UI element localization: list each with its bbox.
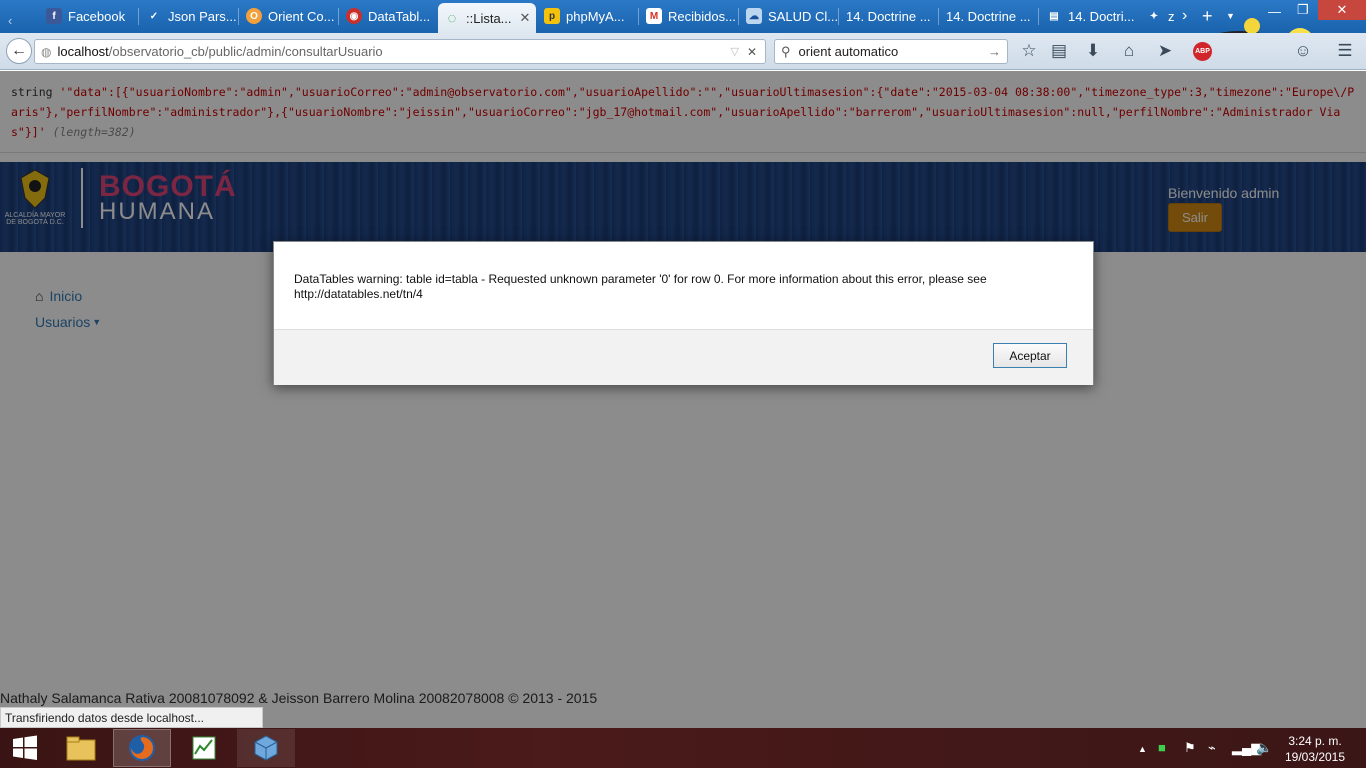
send-icon[interactable]: ➤ — [1154, 40, 1176, 62]
search-value: orient automatico — [798, 44, 899, 59]
start-button[interactable] — [0, 729, 50, 767]
search-go-icon[interactable]: → — [988, 44, 1001, 59]
download-icon[interactable]: ⬇ — [1082, 40, 1104, 62]
gmail-icon: M — [646, 8, 662, 24]
tab-phpmyadmin[interactable]: p phpMyA... — [538, 2, 636, 30]
book-icon: ▤ — [1049, 10, 1059, 22]
tab-lista-active[interactable]: ◌::Lista... ✕ — [438, 3, 536, 33]
tab-salud[interactable]: ☁ SALUD Cl... — [740, 2, 838, 30]
back-button[interactable]: ← — [6, 38, 32, 64]
folder-icon — [66, 736, 96, 761]
url-host: localhost — [57, 44, 109, 59]
clock-date: 19/03/2015 — [1284, 750, 1346, 764]
tab-scroll-left-button[interactable]: ‹ — [2, 6, 16, 34]
close-window-button[interactable]: ✕ — [1318, 0, 1366, 20]
menu-icon[interactable]: ☰ — [1334, 40, 1356, 62]
modal-backdrop — [0, 71, 1366, 728]
tab-gmail[interactable]: M Recibidos... — [640, 2, 738, 30]
action-center-flag-icon[interactable]: ⚑ — [1184, 740, 1196, 756]
browser-toolbar: ← ◍ localhost/observatorio_cb/public/adm… — [0, 33, 1366, 70]
minimize-button[interactable]: — — [1268, 4, 1281, 19]
alert-dialog: DataTables warning: table id=tabla - Req… — [273, 241, 1094, 385]
power-icon[interactable]: ⌁ — [1208, 740, 1216, 756]
tray-expand-icon[interactable]: ▲ — [1138, 744, 1147, 754]
tab-partial[interactable]: ✦ z — [1140, 2, 1176, 30]
tray-app-icon[interactable]: ■ — [1158, 740, 1166, 755]
tab-doctrine-2[interactable]: 14. Doctrine ... — [940, 2, 1038, 30]
search-icon: ⚲ — [781, 43, 791, 59]
chart-app-icon — [192, 736, 216, 760]
orient-icon: O — [246, 8, 262, 24]
home-icon[interactable]: ⌂ — [1118, 40, 1140, 62]
windows-logo-icon — [13, 735, 37, 760]
volume-icon[interactable]: 🔈 — [1256, 740, 1272, 756]
browser-tab-bar: ‹ f Facebook ✓ Json Pars... O Orient Co... … — [0, 0, 1366, 33]
tab-doctrine-1[interactable]: 14. Doctrine ... — [840, 2, 938, 30]
search-input[interactable]: ⚲ orient automatico → — [774, 39, 1008, 64]
taskbar-virtualbox[interactable] — [237, 729, 295, 767]
taskbar-monitor-app[interactable] — [175, 729, 233, 767]
browser-status-bar: Transfiriendo datos desde localhost... — [0, 707, 263, 728]
ok-button[interactable]: Aceptar — [993, 343, 1067, 368]
taskbar-explorer[interactable] — [52, 729, 110, 767]
globe-icon: ◍ — [41, 44, 52, 59]
tab-facebook[interactable]: f Facebook — [40, 2, 138, 30]
stop-icon[interactable]: ✕ — [747, 45, 757, 59]
facebook-icon: f — [46, 8, 62, 24]
reading-list-icon[interactable]: ▤ — [1048, 40, 1070, 62]
phpmyadmin-icon: p — [544, 8, 560, 24]
tab-close-icon[interactable]: ✕ — [520, 10, 531, 26]
tab-json-parser[interactable]: ✓ Json Pars... — [140, 2, 238, 30]
bookmark-star-icon[interactable]: ☆ — [1018, 40, 1040, 62]
tab-orient[interactable]: O Orient Co... — [240, 2, 338, 30]
json-icon: ✓ — [149, 10, 159, 22]
maximize-button[interactable]: ❐ — [1297, 2, 1309, 18]
taskbar-clock[interactable]: 3:24 p. m. 19/03/2015 — [1280, 733, 1350, 765]
url-bar[interactable]: ◍ localhost/observatorio_cb/public/admin… — [34, 39, 766, 64]
url-path: /observatorio_cb/public/admin/consultarU… — [108, 44, 383, 59]
firefox-icon — [129, 735, 155, 761]
tab-datatables[interactable]: ◉ DataTabl... — [340, 2, 438, 30]
dialog-message: DataTables warning: table id=tabla - Req… — [294, 272, 987, 301]
datatables-icon: ◉ — [346, 8, 362, 24]
loading-icon: ◌ — [447, 9, 457, 27]
cube-icon — [254, 735, 278, 761]
clock-time: 3:24 p. m. — [1288, 734, 1342, 748]
emoji-icon[interactable]: ☺ — [1292, 40, 1314, 62]
dialog-footer — [274, 330, 1093, 385]
cloud-icon: ☁ — [746, 8, 762, 24]
bird-icon: ✦ — [1149, 10, 1159, 22]
adblock-icon[interactable]: ABP — [1193, 42, 1212, 61]
bookmark-dropdown-icon[interactable]: ▽ — [731, 45, 739, 58]
tab-doctrine-3[interactable]: ▤ 14. Doctri... — [1040, 2, 1138, 30]
taskbar-firefox[interactable] — [113, 729, 171, 767]
